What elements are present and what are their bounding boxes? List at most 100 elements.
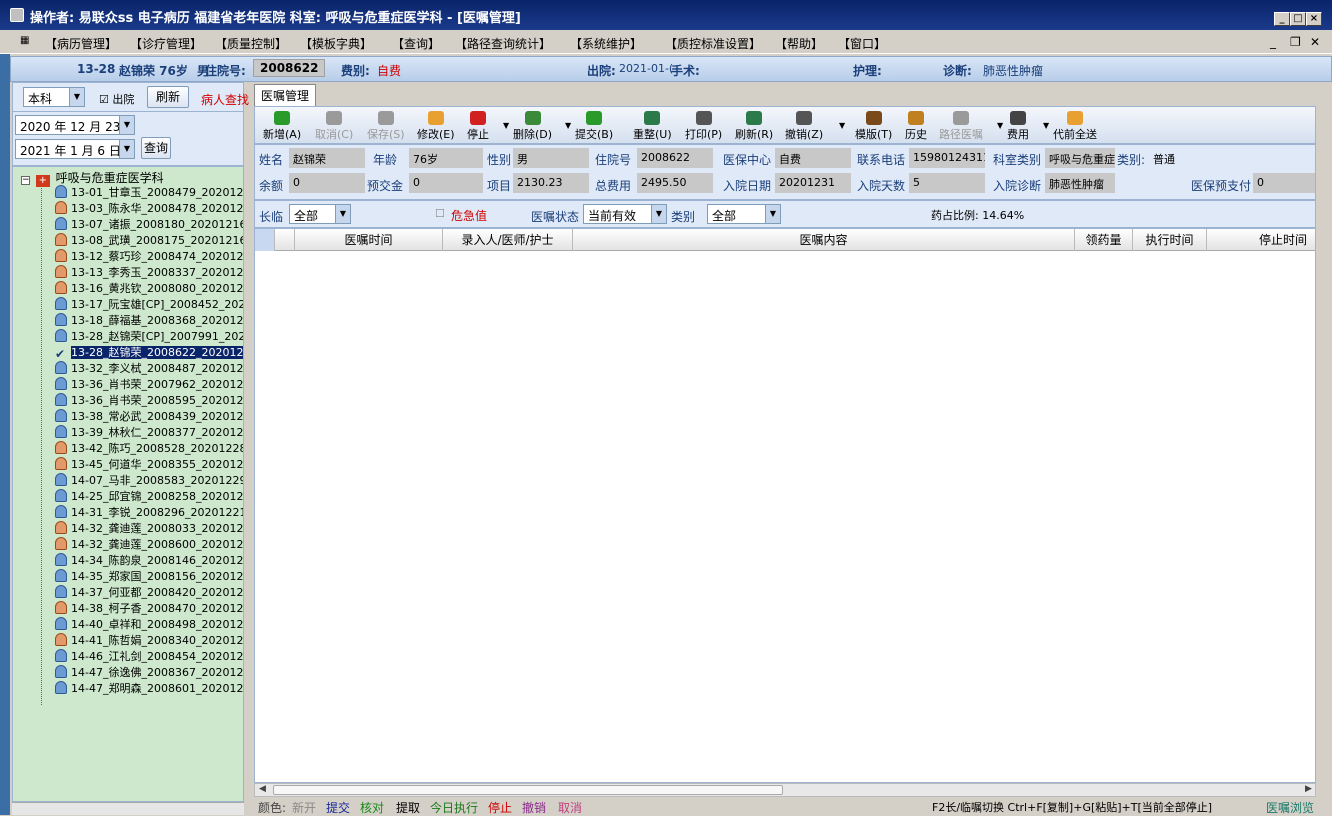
maximize-button[interactable]: □ <box>1290 12 1306 26</box>
column-header-dispense-qty[interactable]: 领药量 <box>1075 229 1133 251</box>
patient-query-link[interactable]: 病人查找 <box>201 91 249 108</box>
tree-patient-item[interactable]: 13-12_蔡巧珍_2008474_2020122 <box>55 249 243 265</box>
grid-horizontal-scrollbar[interactable]: ◀ ▶ <box>254 783 1316 797</box>
tree-patient-item[interactable]: 13-18_薛福基_2008368_2020122 <box>55 313 243 329</box>
column-header-order-content[interactable]: 医嘱内容 <box>573 229 1075 251</box>
toolbar-button-refresh[interactable]: 刷新(R) <box>735 111 773 142</box>
menu-item-help[interactable]: 【帮助】 <box>775 35 823 52</box>
menu-item-template[interactable]: 【模板字典】 <box>300 35 372 52</box>
toolbar-button-path-order[interactable]: 路径医嘱 <box>939 111 983 142</box>
tree-patient-item[interactable]: 13-16_黄兆钦_2008080_2020121 <box>55 281 243 297</box>
system-menu-icon[interactable]: ▦ <box>20 35 29 46</box>
toolbar-button-template[interactable]: 模版(T) <box>855 111 892 142</box>
longterm-select[interactable]: 全部 ▼ <box>289 204 351 224</box>
refresh-button[interactable]: 刷新 <box>147 86 189 108</box>
tree-patient-item[interactable]: 14-46_江礼剑_2008454_2020122 <box>55 649 243 665</box>
toolbar-button-label: 停止 <box>467 128 489 141</box>
tree-patient-item[interactable]: 14-32_龚迪莲_2008600_2020123 <box>55 537 243 553</box>
tree-patient-item[interactable]: 13-13_李秀玉_2008337_2020122 <box>55 265 243 281</box>
date-to-picker[interactable]: 2021 年 1 月 6 日 ▼ <box>15 139 135 159</box>
mdi-minimize-button[interactable]: _ <box>1270 35 1276 49</box>
toolbar-button-delete[interactable]: 删除(D) <box>513 111 552 142</box>
dropdown-arrow-icon[interactable]: ▼ <box>997 121 1003 130</box>
toolbar-button-edit[interactable]: 修改(E) <box>417 111 455 142</box>
menu-item-emr[interactable]: 【病历管理】 <box>45 35 117 52</box>
tree-patient-item[interactable]: 13-38_常必武_2008439_2020122 <box>55 409 243 425</box>
toolbar-button-trash[interactable]: 撤销(Z) <box>785 111 823 142</box>
query-button[interactable]: 查询 <box>141 137 171 159</box>
tree-patient-item[interactable]: 14-35_郑家国_2008156_2020121 <box>55 569 243 585</box>
tree-patient-item[interactable]: 13-36_肖书荣_2008595_2020123 <box>55 393 243 409</box>
critical-checkbox[interactable]: ☐ <box>435 207 445 220</box>
dropdown-arrow-icon[interactable]: ▼ <box>565 121 571 130</box>
tree-patient-item[interactable]: 13-45_何道华_2008355_2020122 <box>55 457 243 473</box>
scroll-left-arrow-icon[interactable]: ◀ <box>259 784 266 794</box>
menu-item-path-stats[interactable]: 【路径查询统计】 <box>455 35 551 52</box>
menu-item-qc-standard[interactable]: 【质控标准设置】 <box>665 35 761 52</box>
dropdown-arrow-icon[interactable]: ▼ <box>1043 121 1049 130</box>
trash-icon <box>796 111 813 125</box>
collapse-icon[interactable]: − <box>21 176 30 185</box>
inpatient-no-label: 住院号 <box>595 153 632 167</box>
tree-patient-item[interactable]: 14-47_郑明森_2008601_2020123 <box>55 681 243 697</box>
row-selector-header[interactable] <box>255 229 275 251</box>
tree-patient-item[interactable]: 14-34_陈韵泉_2008146_2020121 <box>55 553 243 569</box>
menu-item-quality[interactable]: 【质量控制】 <box>215 35 287 52</box>
tree-patient-item[interactable]: 13-07_诸振_2008180_20201216 <box>55 217 243 233</box>
tree-patient-item[interactable]: 13-39_林秋仁_2008377_2020122 <box>55 425 243 441</box>
tree-patient-item[interactable]: 14-07_马非_2008583_20201229 <box>55 473 243 489</box>
tree-patient-item[interactable]: 14-38_柯子香_2008470_2020122 <box>55 601 243 617</box>
column-header-entered-by[interactable]: 录入人/医师/护士 <box>443 229 573 251</box>
dropdown-arrow-icon[interactable]: ▼ <box>503 121 509 130</box>
tree-patient-item[interactable]: 13-32_李义栻_2008487_2020122 <box>55 361 243 377</box>
toolbar-button-stop[interactable]: 停止 <box>467 111 489 142</box>
toolbar-button-send-all[interactable]: 代前全送 <box>1053 111 1097 142</box>
dept-type-label: 科室类别 <box>993 153 1042 167</box>
tree-patient-item[interactable]: 13-28_赵锦荣[CP]_2007991_202 <box>55 329 243 345</box>
tree-patient-item[interactable]: 14-41_陈哲娟_2008340_2020122 <box>55 633 243 649</box>
scroll-right-arrow-icon[interactable]: ▶ <box>1305 784 1312 794</box>
dropdown-arrow-icon[interactable]: ▼ <box>839 121 845 130</box>
scope-select[interactable]: 本科 ▼ <box>23 87 85 107</box>
tree-patient-item[interactable]: 13-36_肖书荣_2007962_2020120 <box>55 377 243 393</box>
column-header-order-time[interactable]: 医嘱时间 <box>295 229 443 251</box>
order-status-select[interactable]: 当前有效 ▼ <box>583 204 667 224</box>
menu-item-maintenance[interactable]: 【系统维护】 <box>570 35 642 52</box>
tree-patient-item[interactable]: 14-32_龚迪莲_2008033_2020121 <box>55 521 243 537</box>
mdi-restore-button[interactable]: ❐ <box>1290 35 1301 49</box>
tree-patient-item[interactable]: 13-08_武璜_2008175_20201216 <box>55 233 243 249</box>
scroll-thumb[interactable] <box>273 785 783 795</box>
tree-patient-item[interactable]: ✔ 13-28_赵锦荣_2008622_2020123 <box>55 345 243 361</box>
mdi-close-button[interactable]: ✕ <box>1310 35 1320 49</box>
orders-grid[interactable]: 医嘱时间 录入人/医师/护士 医嘱内容 领药量 执行时间 停止时间 <box>254 228 1316 783</box>
order-type-select[interactable]: 全部 ▼ <box>707 204 781 224</box>
toolbar-button-print[interactable]: 打印(P) <box>685 111 722 142</box>
tree-patient-item[interactable]: 13-17_阮宝雄[CP]_2008452_202 <box>55 297 243 313</box>
tree-patient-item[interactable]: 14-47_徐逸佛_2008367_2020122 <box>55 665 243 681</box>
tree-patient-item[interactable]: 14-25_邱宜锦_2008258_2020121 <box>55 489 243 505</box>
minimize-button[interactable]: _ <box>1274 12 1290 26</box>
tree-horizontal-scrollbar[interactable] <box>12 802 244 815</box>
toolbar-button-submit[interactable]: 提交(B) <box>575 111 613 142</box>
toolbar-button-history[interactable]: 历史 <box>905 111 927 142</box>
tree-patient-item[interactable]: 14-37_何亚都_2008420_2020122 <box>55 585 243 601</box>
toolbar-button-save[interactable]: 保存(S) <box>367 111 405 142</box>
menu-item-diagnosis[interactable]: 【诊疗管理】 <box>130 35 202 52</box>
tree-patient-item[interactable]: 13-42_陈巧_2008528_20201228 <box>55 441 243 457</box>
toolbar-button-add[interactable]: 新增(A) <box>263 111 301 142</box>
column-header-stop-time[interactable]: 停止时间 <box>1207 229 1315 251</box>
toolbar-button-reorder[interactable]: 重整(U) <box>633 111 672 142</box>
close-button[interactable]: × <box>1306 12 1322 26</box>
tree-patient-item[interactable]: 13-01_甘章玉_2008479_2020122 <box>55 185 243 201</box>
tree-patient-item[interactable]: 14-31_李锐_2008296_20201221 <box>55 505 243 521</box>
toolbar-button-calculator[interactable]: 费用 <box>1007 111 1029 142</box>
menu-item-query[interactable]: 【查询】 <box>392 35 440 52</box>
discharged-checkbox[interactable]: ☑ 出院 <box>99 91 134 107</box>
tab-order-management[interactable]: 医嘱管理 <box>254 84 317 106</box>
tree-patient-item[interactable]: 14-40_卓祥和_2008498_2020122 <box>55 617 243 633</box>
toolbar-button-undo[interactable]: 取消(C) <box>315 111 353 142</box>
menu-item-window[interactable]: 【窗口】 <box>838 35 886 52</box>
tree-patient-item[interactable]: 13-03_陈永华_2008478_2020122 <box>55 201 243 217</box>
date-from-picker[interactable]: 2020 年 12 月 23 ▼ <box>15 115 135 135</box>
column-header-exec-time[interactable]: 执行时间 <box>1133 229 1207 251</box>
